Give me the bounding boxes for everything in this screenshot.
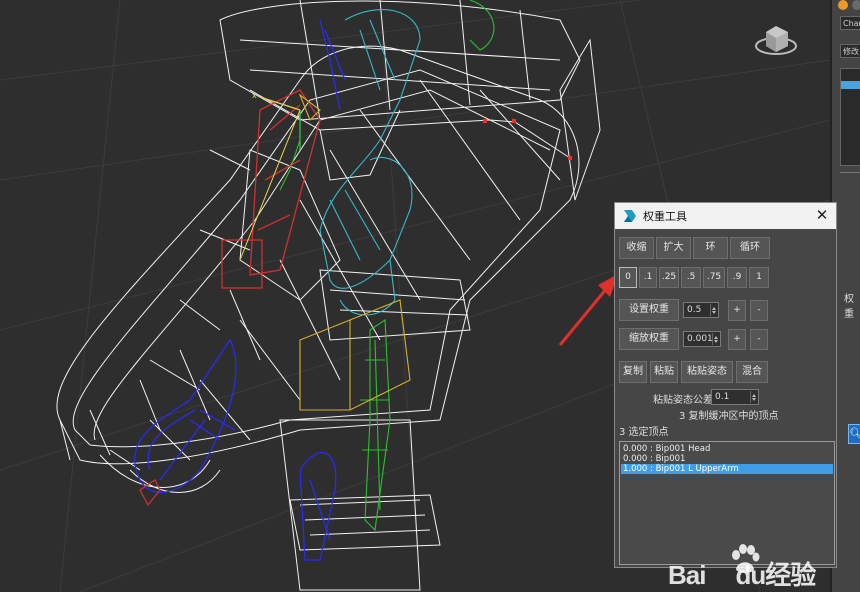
modifier-stack[interactable] (840, 68, 860, 166)
shrink-button[interactable]: 收缩 (619, 237, 654, 259)
scale-weight-button[interactable]: 缩放权重 (619, 328, 679, 350)
weight-label: 权重 (844, 294, 854, 320)
object-name-field[interactable]: Chan (840, 16, 860, 30)
spinner-arrows-icon[interactable] (750, 391, 757, 403)
orange-icon[interactable] (838, 0, 848, 10)
watermark-suffix: 经验 (765, 560, 816, 590)
selected-vertices (483, 119, 572, 160)
list-item[interactable]: 0.000 : Bip001 Head (621, 444, 833, 454)
list-item-selected[interactable]: 1.000 : Bip001 L UpperArm (621, 464, 833, 474)
stack-toolbar[interactable] (840, 172, 860, 181)
weight-tool-dialog: 权重工具 ✕ 收缩 扩大 环 循环 0 .1 .25 .5 .75 .9 1 设… (614, 202, 837, 568)
scale-weight-plus-button[interactable]: + (728, 329, 746, 350)
selected-count: 3 选定顶点 (619, 427, 669, 438)
set-weight-minus-button[interactable]: - (750, 300, 768, 321)
viewcube-icon (755, 26, 797, 55)
ring-button[interactable]: 环 (693, 237, 728, 259)
3dsmax-icon (624, 210, 636, 222)
set-weight-spinner[interactable]: 0.5 (683, 302, 719, 318)
preset-09-button[interactable]: .9 (727, 267, 747, 288)
transform-gizmo: x (239, 91, 301, 261)
baidu-watermark: Bai du经验 (668, 543, 828, 590)
spinner-arrows-icon[interactable] (710, 304, 717, 316)
grow-button[interactable]: 扩大 (656, 237, 691, 259)
preset-075-button[interactable]: .75 (703, 267, 725, 288)
set-weight-button[interactable]: 设置权重 (619, 299, 679, 321)
preset-1-button[interactable]: 1 (749, 267, 769, 288)
set-weight-value: 0.5 (687, 305, 702, 315)
paste-tolerance-value: 0.1 (715, 392, 730, 402)
scale-weight-spinner[interactable]: 0.001 (683, 331, 721, 347)
panel-tab-icon[interactable] (852, 0, 860, 10)
preset-025-button[interactable]: .25 (659, 267, 679, 288)
preset-01-button[interactable]: .1 (639, 267, 657, 288)
modifier-stack-selected[interactable] (841, 81, 860, 89)
bone-red (139, 89, 321, 507)
blend-button[interactable]: 混合 (736, 361, 768, 383)
paste-tolerance-label: 粘贴姿态公差 (653, 395, 713, 406)
dialog-title: 权重工具 (643, 210, 687, 223)
paw-icon (732, 544, 760, 573)
paste-pos-button[interactable]: 粘贴姿态 (681, 361, 733, 383)
paste-button[interactable]: 粘贴 (650, 361, 678, 383)
close-icon[interactable]: ✕ (813, 206, 831, 224)
bone-blue (134, 19, 346, 561)
scale-weight-value: 0.001 (687, 334, 713, 344)
copy-button[interactable]: 复制 (619, 361, 647, 383)
preset-05-button[interactable]: .5 (681, 267, 701, 288)
modifier-list-dropdown[interactable]: 修改 (840, 44, 860, 58)
copy-buffer-info: 3 复制缓冲区中的顶点 (679, 411, 779, 422)
loop-button[interactable]: 循环 (730, 237, 770, 259)
search-icon[interactable]: 🔍︎ (848, 424, 860, 444)
set-weight-plus-button[interactable]: + (728, 300, 746, 321)
preset-0-button[interactable]: 0 (619, 267, 637, 288)
scale-weight-minus-button[interactable]: - (750, 329, 768, 350)
dialog-titlebar[interactable]: 权重工具 ✕ (615, 203, 836, 229)
spinner-arrows-icon[interactable] (712, 333, 719, 345)
svg-text:x: x (252, 91, 257, 100)
watermark-left: Bai (668, 560, 706, 590)
paste-tolerance-spinner[interactable]: 0.1 (711, 389, 759, 405)
list-item[interactable]: 0.000 : Bip001 (621, 454, 833, 464)
